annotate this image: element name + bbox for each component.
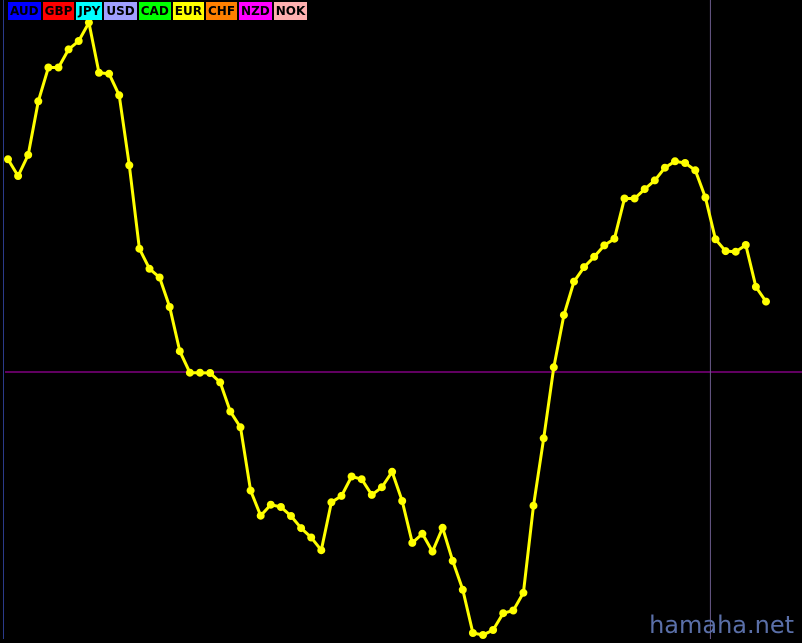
data-point [145,264,154,273]
data-point [701,193,710,202]
chart-area [0,0,802,639]
data-point [751,282,760,291]
data-point [266,500,275,509]
legend-item-nzd[interactable]: NZD [239,2,272,20]
data-point [630,194,639,203]
data-point [711,235,720,244]
data-point [175,347,184,356]
data-point [24,150,33,159]
data-point [650,176,659,185]
data-point [519,588,528,597]
legend-item-chf[interactable]: CHF [205,2,238,20]
data-point [246,486,255,495]
data-point [287,512,295,520]
data-point [327,498,336,507]
data-point [307,533,316,542]
data-point [580,263,589,272]
data-point [317,546,326,555]
data-point [125,161,134,170]
data-point [115,91,124,100]
data-point [95,68,103,77]
data-point [458,585,467,594]
data-point [509,606,518,615]
data-point [226,407,235,416]
data-point [408,538,417,547]
legend-item-eur[interactable]: EUR [172,2,204,20]
data-point [418,529,427,538]
data-point [398,497,407,505]
data-point [74,37,83,45]
data-point [357,475,366,484]
data-point [367,490,376,499]
data-point [44,63,53,72]
data-point [297,524,306,533]
data-point [479,631,487,639]
data-point [165,303,174,311]
data-point [185,368,194,377]
legend-item-usd[interactable]: USD [104,2,137,20]
data-point [135,244,144,253]
legend-item-gbp[interactable]: GBP [42,2,75,20]
data-point [388,467,397,476]
legend-item-cad[interactable]: CAD [138,2,171,20]
legend-item-aud[interactable]: AUD [8,2,41,20]
legend-item-nok[interactable]: NOK [273,2,308,20]
data-point [196,368,204,377]
data-point [34,97,43,106]
data-point [489,626,498,634]
data-point [671,157,679,166]
data-point [610,234,619,243]
data-point [428,547,437,556]
data-point [529,501,538,510]
data-point [4,155,12,164]
data-point [216,378,225,387]
data-point [64,45,73,54]
series-line-eur [6,21,768,637]
chart-left-border [3,0,4,639]
data-point [741,241,750,249]
legend-item-jpy[interactable]: JPY [76,2,103,20]
currency-legend: AUD GBP JPY USD CAD EUR CHF NZD NOK [8,2,308,20]
data-point [559,311,568,320]
data-point [620,194,629,203]
data-point [660,163,669,172]
data-point [54,63,63,72]
data-point [256,511,265,520]
data-point [499,609,508,618]
data-point [549,363,558,372]
data-point [539,434,548,443]
data-point [681,159,690,167]
data-point [206,369,215,377]
data-point [347,472,356,481]
data-point [762,297,770,306]
data-point [438,523,447,532]
data-point [276,503,285,511]
data-point [600,241,609,250]
data-point [590,252,599,261]
data-point [468,629,477,637]
data-point [448,556,457,565]
data-point [236,423,245,432]
data-point [337,491,346,500]
data-point [691,166,700,175]
chart-svg [4,0,802,639]
data-point [155,273,164,282]
data-point [721,247,730,256]
data-point [570,277,578,286]
watermark: hamaha.net [649,611,794,639]
data-point [377,483,386,492]
data-point [14,172,23,180]
data-point [731,247,740,256]
data-point [105,69,114,78]
data-point [640,185,649,194]
